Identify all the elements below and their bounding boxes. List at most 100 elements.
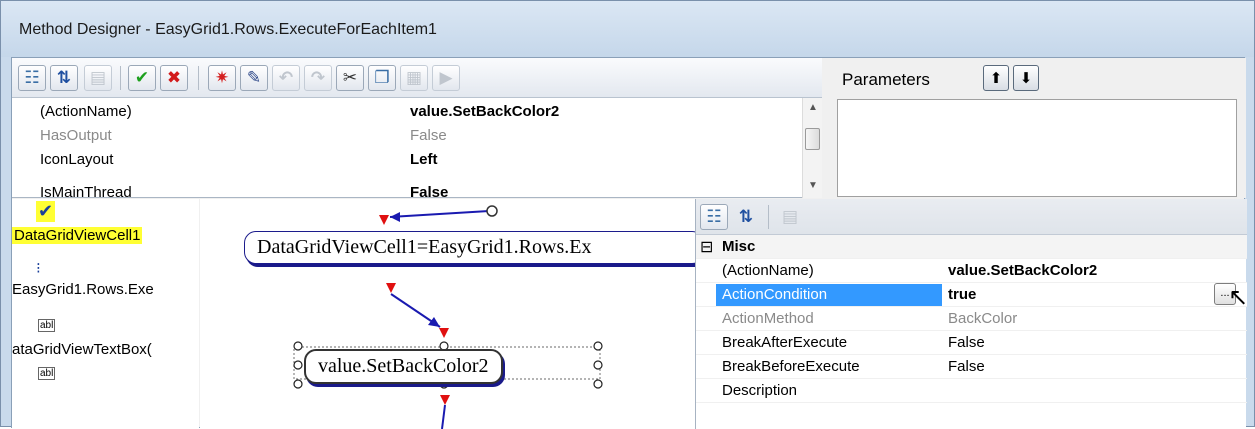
tree-item-datagridviewtextbox[interactable]: abl ataGridViewTextBox( — [12, 319, 199, 365]
method-designer-window: Method Designer - EasyGrid1.Rows.Execute… — [0, 0, 1255, 429]
outgoing-link — [441, 404, 446, 429]
sort-az-icon: ⇅ — [56, 68, 72, 87]
property-value[interactable]: False — [410, 184, 448, 198]
categorized-icon: ☷ — [706, 207, 722, 226]
setbackcolor-action-node[interactable]: value.SetBackColor2 — [304, 349, 503, 384]
toolbar-separator — [198, 66, 199, 90]
property-pages-icon: ▤ — [89, 68, 107, 87]
assignment-action-node[interactable]: DataGridViewCell1=EasyGrid1.Rows.Ex — [244, 231, 695, 264]
property-value[interactable]: BackColor — [948, 310, 1017, 327]
toolbar-separator — [120, 66, 121, 90]
move-parameter-up-button[interactable]: ⬆ — [983, 65, 1009, 91]
scroll-thumb[interactable] — [805, 128, 820, 150]
ok-button[interactable]: ✔ — [128, 65, 156, 91]
link-arrowhead — [390, 212, 400, 222]
variables-tree: ✔ DataGridViewCell1 ⁝ EasyGrid1.Rows.Exe… — [12, 199, 199, 429]
move-parameter-down-button[interactable]: ⬇ — [1013, 65, 1039, 91]
outport-marker — [440, 395, 450, 405]
outport-marker — [386, 283, 396, 293]
category-label: Misc — [722, 238, 756, 255]
property-name: HasOutput — [40, 127, 112, 144]
selected-action-property-grid: ☷ ⇅ ▤ ⊟ Misc (ActionName) value.SetBackC… — [695, 199, 1248, 429]
inport-marker — [439, 328, 449, 338]
paste-icon: ▦ — [405, 68, 423, 87]
copy-icon: ❐ — [374, 68, 390, 87]
cut-button[interactable]: ✂ — [336, 65, 364, 91]
property-pages-button[interactable]: ▤ — [776, 204, 804, 230]
property-row[interactable]: (ActionName) value.SetBackColor2 — [696, 259, 1247, 283]
property-name: (ActionName) — [40, 103, 132, 120]
tree-item-label: DataGridViewCell1 — [12, 227, 143, 244]
tree-item-datagridviewcell1[interactable]: ✔ DataGridViewCell1 — [12, 201, 199, 251]
property-value[interactable]: False — [410, 127, 447, 144]
alphabetical-sort-button[interactable]: ⇅ — [732, 204, 760, 230]
property-pages-button[interactable]: ▤ — [84, 65, 112, 91]
property-row[interactable]: IconLayout Left — [12, 148, 802, 173]
redo-button[interactable]: ↷ — [304, 65, 332, 91]
red-x-icon: ✖ — [166, 68, 182, 87]
parameters-list[interactable] — [837, 99, 1237, 197]
vertical-scrollbar[interactable]: ▲ ▼ — [802, 98, 822, 198]
arrow-down-icon: ⬇ — [1019, 70, 1033, 87]
debug-button[interactable]: ✷ — [208, 65, 236, 91]
property-row[interactable]: Description — [696, 379, 1247, 403]
property-row[interactable]: BreakAfterExecute False — [696, 331, 1247, 355]
property-name: IsMainThread — [40, 184, 132, 198]
magic-wand-icon: ✎ — [246, 68, 262, 87]
property-value[interactable]: Left — [410, 151, 438, 168]
method-canvas[interactable]: DataGridViewCell1=EasyGrid1.Rows.Ex valu… — [200, 199, 695, 429]
node-label: DataGridViewCell1=EasyGrid1.Rows.Ex — [257, 236, 592, 258]
main-toolbar: ☷ ⇅ ▤ ✔ ✖ ✷ ✎ ↶ ↷ ✂ ❐ ▦ ▶ — [12, 58, 822, 98]
property-name: ActionMethod — [722, 310, 814, 327]
client-area: ☷ ⇅ ▤ ✔ ✖ ✷ ✎ ↶ ↷ ✂ ❐ ▦ ▶ (ActionName) v… — [11, 57, 1248, 429]
textbox-icon: abl — [38, 319, 56, 332]
property-row-selected[interactable]: ActionCondition true ... ↖ — [696, 283, 1248, 311]
action-property-grid: (ActionName) value.SetBackColor2 HasOutp… — [12, 98, 822, 198]
property-row[interactable]: (ActionName) value.SetBackColor2 — [12, 100, 802, 125]
scissors-icon: ✂ — [342, 68, 358, 87]
link-start-point[interactable] — [486, 205, 498, 217]
property-grid-toolbar: ☷ ⇅ ▤ — [696, 199, 1247, 235]
undo-icon: ↶ — [278, 68, 294, 87]
tree-item-easygrid-rows[interactable]: ⁝ EasyGrid1.Rows.Exe — [12, 259, 199, 305]
play-icon: ▶ — [439, 68, 453, 87]
category-row-misc[interactable]: ⊟ Misc — [696, 235, 1247, 259]
property-value[interactable]: value.SetBackColor2 — [410, 103, 559, 120]
copy-button[interactable]: ❐ — [368, 65, 396, 91]
property-name: Description — [722, 382, 798, 399]
property-row[interactable]: HasOutput False — [12, 124, 802, 149]
run-button[interactable]: ▶ — [432, 65, 460, 91]
sort-az-icon: ⇅ — [738, 207, 754, 226]
property-row[interactable]: ActionMethod BackColor — [696, 307, 1247, 331]
variable-check-icon: ✔ — [36, 201, 56, 222]
input-link — [389, 210, 490, 218]
cancel-button[interactable]: ✖ — [160, 65, 188, 91]
categorized-view-button[interactable]: ☷ — [700, 204, 728, 230]
textbox-icon: abl — [38, 367, 56, 380]
property-name: BreakAfterExecute — [722, 334, 848, 351]
property-name: BreakBeforeExecute — [722, 358, 860, 375]
title-bar: Method Designer - EasyGrid1.Rows.Execute… — [1, 1, 1254, 57]
checkmark-icon: ✔ — [134, 68, 150, 87]
property-name: (ActionName) — [722, 262, 814, 279]
property-pages-icon: ▤ — [781, 207, 799, 226]
property-value[interactable]: true — [948, 286, 976, 303]
categorized-view-button[interactable]: ☷ — [18, 65, 46, 91]
property-row[interactable]: BreakBeforeExecute False — [696, 355, 1247, 379]
tree-item-label: EasyGrid1.Rows.Exe — [12, 281, 154, 298]
collapse-icon[interactable]: ⊟ — [700, 237, 713, 257]
property-name: ActionCondition — [716, 284, 942, 306]
property-row[interactable]: IsMainThread False — [12, 172, 802, 198]
scroll-down-icon[interactable]: ▼ — [808, 180, 818, 191]
alphabetical-sort-button[interactable]: ⇅ — [50, 65, 78, 91]
undo-button[interactable]: ↶ — [272, 65, 300, 91]
scroll-up-icon[interactable]: ▲ — [808, 102, 818, 113]
tree-item-textbox[interactable]: abl — [12, 367, 199, 387]
categorized-icon: ☷ — [24, 68, 40, 87]
magic-wand-button[interactable]: ✎ — [240, 65, 268, 91]
property-value[interactable]: value.SetBackColor2 — [948, 262, 1097, 279]
property-value[interactable]: False — [948, 358, 985, 375]
property-value[interactable]: False — [948, 334, 985, 351]
paste-button[interactable]: ▦ — [400, 65, 428, 91]
arrow-up-icon: ⬆ — [989, 70, 1003, 87]
